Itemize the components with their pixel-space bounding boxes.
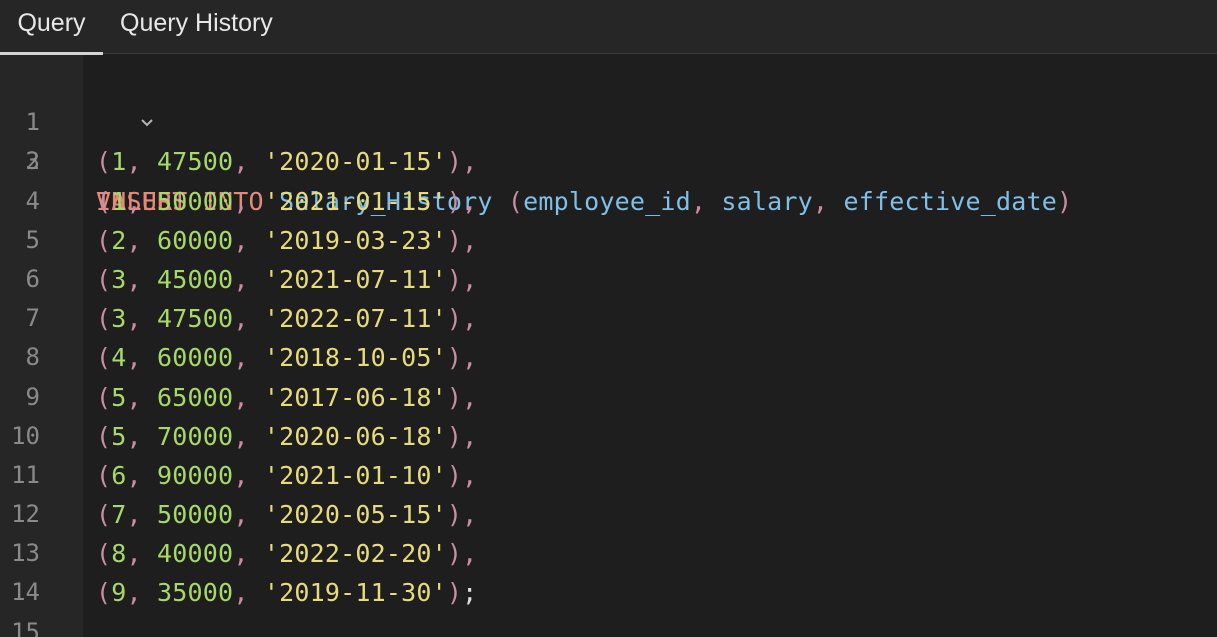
employee-id-value: 9	[111, 578, 127, 608]
code-line: 6 (3, 45000, '2021-07-11'),	[0, 260, 1217, 299]
row-terminator: ,	[462, 147, 478, 177]
line-number: 3	[25, 147, 40, 176]
line-number: 5	[25, 225, 40, 254]
salary-value: 47500	[157, 304, 234, 334]
code-line: 12 (7, 50000, '2020-05-15'),	[0, 495, 1217, 534]
date-value: '2020-01-15'	[263, 147, 447, 177]
line-number: 4	[25, 186, 40, 215]
employee-id-value: 5	[111, 382, 127, 412]
code-line: 5 (2, 60000, '2019-03-23'),	[0, 221, 1217, 260]
date-value: '2019-03-23'	[263, 225, 447, 255]
employee-id-value: 1	[111, 147, 127, 177]
row-terminator: ,	[462, 225, 478, 255]
row-terminator: ,	[462, 460, 478, 490]
code-line: 7 (3, 47500, '2022-07-11'),	[0, 299, 1217, 338]
tab-query[interactable]: Query	[0, 0, 103, 55]
date-value: '2022-02-20'	[263, 539, 447, 569]
code-line: 13 (8, 40000, '2022-02-20'),	[0, 534, 1217, 573]
salary-value: 50000	[157, 186, 234, 216]
line-number: 13	[11, 539, 40, 568]
code-line: 2 VALUES	[0, 103, 1217, 215]
code-line: 1 INSERT INTO Salary_History (employee_i…	[0, 64, 1217, 215]
line-number: 7	[25, 304, 40, 333]
row-terminator: ,	[462, 304, 478, 334]
employee-id-value: 2	[111, 225, 127, 255]
date-value: '2022-07-11'	[263, 304, 447, 334]
salary-value: 45000	[157, 264, 234, 294]
row-terminator: ,	[462, 500, 478, 530]
code-lines: 1 INSERT INTO Salary_History (employee_i…	[0, 64, 1217, 637]
row-terminator: ;	[462, 578, 478, 608]
date-value: '2021-01-10'	[263, 460, 447, 490]
tab-query-label: Query	[17, 9, 86, 37]
employee-id-value: 4	[111, 343, 127, 373]
salary-value: 65000	[157, 382, 234, 412]
line-number: 15	[11, 617, 40, 637]
salary-value: 50000	[157, 500, 234, 530]
employee-id-value: 3	[111, 264, 127, 294]
code-line: 9 (5, 65000, '2017-06-18'),	[0, 378, 1217, 417]
row-terminator: ,	[462, 421, 478, 451]
row-terminator: ,	[462, 264, 478, 294]
code-line: 10 (5, 70000, '2020-06-18'),	[0, 417, 1217, 456]
line-number: 8	[25, 343, 40, 372]
tab-query-history-label: Query History	[120, 9, 273, 37]
code-line: 14 (9, 35000, '2019-11-30');	[0, 573, 1217, 612]
date-value: '2021-01-15'	[263, 186, 447, 216]
salary-value: 40000	[157, 539, 234, 569]
date-value: '2021-07-11'	[263, 264, 447, 294]
date-value: '2018-10-05'	[263, 343, 447, 373]
date-value: '2019-11-30'	[263, 578, 447, 608]
salary-value: 60000	[157, 343, 234, 373]
line-number: 10	[11, 421, 40, 450]
employee-id-value: 6	[111, 460, 127, 490]
salary-value: 70000	[157, 421, 234, 451]
salary-value: 90000	[157, 460, 234, 490]
line-number: 11	[11, 460, 40, 489]
employee-id-value: 7	[111, 500, 127, 530]
row-terminator: ,	[462, 343, 478, 373]
row-terminator: ,	[462, 382, 478, 412]
row-terminator: ,	[462, 186, 478, 216]
line-number: 6	[25, 264, 40, 293]
line-number: 9	[25, 382, 40, 411]
salary-value: 35000	[157, 578, 234, 608]
line-number: 12	[11, 500, 40, 529]
employee-id-value: 8	[111, 539, 127, 569]
employee-id-value: 1	[111, 186, 127, 216]
code-line: 4 (1, 50000, '2021-01-15'),	[0, 182, 1217, 221]
date-value: '2017-06-18'	[263, 382, 447, 412]
employee-id-value: 5	[111, 421, 127, 451]
code-line: 3 (1, 47500, '2020-01-15'),	[0, 142, 1217, 181]
row-terminator: ,	[462, 539, 478, 569]
sql-editor[interactable]: 1 INSERT INTO Salary_History (employee_i…	[0, 55, 1217, 637]
code-line: 11 (6, 90000, '2021-01-10'),	[0, 456, 1217, 495]
code-line: 15	[0, 613, 1217, 637]
tab-query-history[interactable]: Query History	[120, 0, 273, 54]
salary-value: 47500	[157, 147, 234, 177]
date-value: '2020-05-15'	[263, 500, 447, 530]
date-value: '2020-06-18'	[263, 421, 447, 451]
salary-value: 60000	[157, 225, 234, 255]
line-number: 14	[11, 578, 40, 607]
employee-id-value: 3	[111, 304, 127, 334]
code-line: 8 (4, 60000, '2018-10-05'),	[0, 338, 1217, 377]
tab-bar: Query Query History	[0, 0, 1217, 55]
